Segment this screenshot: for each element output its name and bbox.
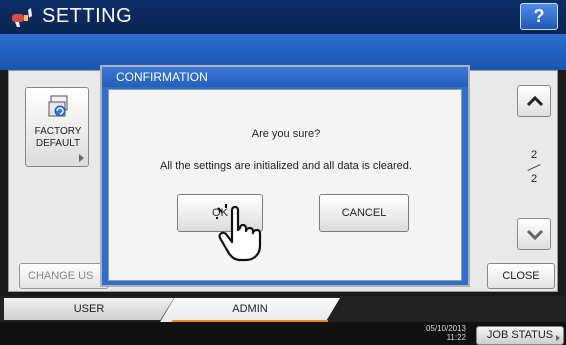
tab-user[interactable]: USER: [4, 298, 174, 320]
page-current: 2: [530, 149, 538, 161]
scroll-down-button[interactable]: [517, 218, 551, 250]
tab-bar: USER ADMIN: [0, 296, 566, 322]
dialog-message: All the settings are initialized and all…: [160, 160, 412, 172]
help-button[interactable]: ?: [520, 3, 558, 30]
cancel-button[interactable]: CANCEL: [319, 194, 409, 232]
dialog-title: CONFIRMATION: [102, 67, 468, 87]
dialog-question: Are you sure?: [251, 128, 321, 140]
close-button[interactable]: CLOSE: [487, 263, 555, 289]
datetime-display: 05/10/2013 11:22: [404, 324, 466, 342]
expand-arrow-icon: [556, 335, 560, 341]
confirmation-dialog: CONFIRMATION Are you sure? All the setti…: [100, 65, 470, 287]
change-user-button[interactable]: CHANGE US: [19, 263, 109, 289]
job-status-label: JOB STATUS: [486, 329, 554, 341]
job-status-button[interactable]: JOB STATUS: [476, 326, 564, 345]
time-text: 11:22: [446, 333, 466, 342]
chevron-down-icon: [526, 229, 544, 241]
dialog-body: Are you sure? All the settings are initi…: [108, 89, 462, 281]
date-text: 05/10/2013: [425, 324, 466, 333]
tab-admin[interactable]: ADMIN: [160, 298, 340, 322]
expand-arrow-icon: [79, 154, 84, 162]
scroll-up-button[interactable]: [517, 85, 551, 117]
page-divider: [527, 164, 541, 171]
chevron-up-icon: [526, 95, 544, 107]
title-bar: SETTING ?: [0, 0, 566, 34]
factory-default-button[interactable]: FACTORY DEFAULT: [25, 87, 89, 167]
factory-default-icon: [48, 95, 68, 117]
page-title: SETTING: [42, 5, 133, 27]
setting-icon: [12, 8, 32, 27]
pointer-hand-icon: [216, 204, 262, 262]
factory-default-label: FACTORY DEFAULT: [34, 126, 82, 149]
page-total: 2: [530, 173, 538, 185]
